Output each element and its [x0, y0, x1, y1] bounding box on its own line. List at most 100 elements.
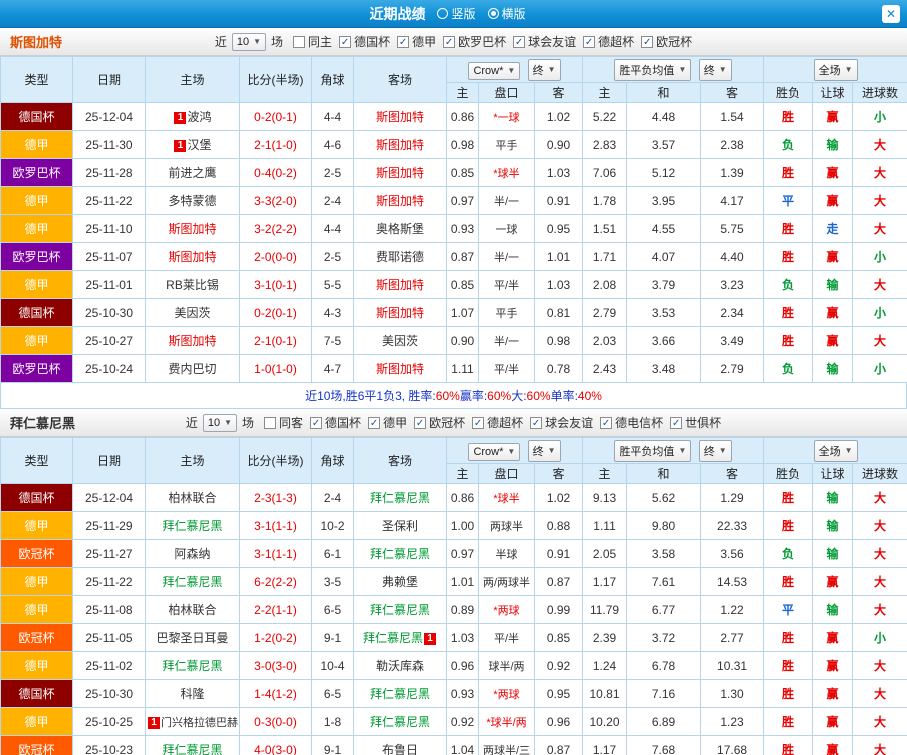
- league-type-cell: 德甲: [1, 512, 73, 540]
- filter-checkbox-德国杯[interactable]: ✓德国杯: [339, 33, 390, 50]
- odds-handicap: 两/两球半: [479, 568, 535, 596]
- chevron-down-icon: ▼: [845, 446, 853, 455]
- odds-away: 0.99: [535, 596, 583, 624]
- filter-checkbox-同主[interactable]: 同主: [293, 33, 332, 50]
- filter-checkbox-德超杯[interactable]: ✓德超杯: [583, 33, 634, 50]
- checkbox-label: 德甲: [383, 414, 407, 431]
- checkbox-label: 德国杯: [325, 414, 361, 431]
- team-cell: 拜仁慕尼黑: [146, 512, 240, 540]
- match-score: 0-4(0-2): [240, 159, 312, 187]
- avg-home: 5.22: [583, 103, 627, 131]
- team-name-label: 斯图加特: [10, 32, 62, 51]
- goals-result-cell: 大: [853, 159, 907, 187]
- league-type-cell: 欧罗巴杯: [1, 355, 73, 383]
- odds-company-select[interactable]: Crow*▼: [468, 62, 520, 80]
- close-button[interactable]: ✕: [882, 5, 900, 23]
- result-cell: 胜: [764, 215, 813, 243]
- team-name: 斯图加特: [376, 194, 424, 208]
- corner-score: 7-5: [312, 327, 354, 355]
- league-type-cell: 德甲: [1, 131, 73, 159]
- avg-draw: 6.89: [627, 708, 701, 736]
- radio-horizontal-layout[interactable]: 横版: [488, 5, 526, 22]
- checkbox-label: 球会友谊: [528, 33, 576, 50]
- subcol-avg-home: 主: [583, 83, 627, 103]
- radio-vertical-layout[interactable]: 竖版: [437, 5, 475, 22]
- odds-company-select[interactable]: Crow*▼: [468, 443, 520, 461]
- corner-score: 4-6: [312, 131, 354, 159]
- league-type-cell: 德甲: [1, 652, 73, 680]
- result-cell: 平: [764, 187, 813, 215]
- team-name: 斯图加特: [376, 306, 424, 320]
- matches-table: 类型 日期 主场 比分(半场) 角球 客场 Crow*▼ 终▼ 胜平负均值▼ 终…: [0, 56, 907, 383]
- scope-header-group: 全场▼: [764, 438, 907, 464]
- match-score: 3-1(1-1): [240, 540, 312, 568]
- match-row: 欧罗巴杯25-11-07斯图加特2-0(0-0)2-5费耶诺德0.87半/一1.…: [1, 243, 907, 271]
- avg-home: 1.11: [583, 512, 627, 540]
- col-score: 比分(半场): [240, 57, 312, 103]
- filter-checkbox-欧罗巴杯[interactable]: ✓欧罗巴杯: [443, 33, 506, 50]
- avg-away: 5.75: [701, 215, 764, 243]
- odds-home: 0.92: [447, 708, 479, 736]
- avg-draw: 3.79: [627, 271, 701, 299]
- team-name: 拜仁慕尼黑: [370, 491, 430, 505]
- match-date: 25-12-04: [73, 484, 146, 512]
- avg-final-select[interactable]: 终▼: [699, 440, 732, 462]
- match-count-select[interactable]: 10 ▼: [203, 414, 237, 432]
- checkbox-checked-icon: ✓: [600, 417, 612, 429]
- avg-draw: 4.55: [627, 215, 701, 243]
- filter-checkbox-欧冠杯[interactable]: ✓欧冠杯: [641, 33, 692, 50]
- subcol-odds-away: 客: [535, 464, 583, 484]
- league-type-cell: 德甲: [1, 568, 73, 596]
- match-score: 2-1(0-1): [240, 327, 312, 355]
- avg-final-select[interactable]: 终▼: [699, 59, 732, 81]
- filter-checkbox-同客[interactable]: 同客: [264, 414, 303, 431]
- team-filter-bar: 斯图加特 近 10 ▼ 场 同主✓德国杯✓德甲✓欧罗巴杯✓球会友谊✓德超杯✓欧冠…: [0, 28, 907, 56]
- filter-checkbox-世俱杯[interactable]: ✓世俱杯: [670, 414, 721, 431]
- scope-select[interactable]: 全场▼: [814, 440, 858, 462]
- odds-final-select[interactable]: 终▼: [528, 59, 561, 81]
- team-cell: 巴黎圣日耳曼: [146, 624, 240, 652]
- avg-draw: 9.80: [627, 512, 701, 540]
- match-date: 25-11-28: [73, 159, 146, 187]
- avg-home: 2.39: [583, 624, 627, 652]
- team-name: 阿森纳: [174, 547, 210, 561]
- filter-checkbox-德甲[interactable]: ✓德甲: [368, 414, 407, 431]
- avg-home: 7.06: [583, 159, 627, 187]
- filter-checkbox-德甲[interactable]: ✓德甲: [397, 33, 436, 50]
- team-filter-bar: 拜仁慕尼黑 近 10 ▼ 场 同客✓德国杯✓德甲✓欧冠杯✓德超杯✓球会友谊✓德电…: [0, 409, 907, 437]
- match-date: 25-10-30: [73, 299, 146, 327]
- match-score: 3-2(2-2): [240, 215, 312, 243]
- league-type-cell: 德甲: [1, 271, 73, 299]
- odds-away: 0.98: [535, 327, 583, 355]
- match-count-select[interactable]: 10 ▼: [232, 33, 266, 51]
- subcol-handicap-result: 让球: [813, 83, 853, 103]
- filter-checkbox-德超杯[interactable]: ✓德超杯: [472, 414, 523, 431]
- match-score: 2-2(1-1): [240, 596, 312, 624]
- odds-home: 1.00: [447, 512, 479, 540]
- games-label: 场: [242, 414, 254, 431]
- match-date: 25-11-05: [73, 624, 146, 652]
- subcol-avg-away: 客: [701, 83, 764, 103]
- avg-type-select[interactable]: 胜平负均值▼: [614, 59, 691, 81]
- avg-type-select[interactable]: 胜平负均值▼: [614, 440, 691, 462]
- filter-checkbox-德电信杯[interactable]: ✓德电信杯: [600, 414, 663, 431]
- goals-result-cell: 大: [853, 596, 907, 624]
- filter-checkbox-欧冠杯[interactable]: ✓欧冠杯: [414, 414, 465, 431]
- filter-checkbox-球会友谊[interactable]: ✓球会友谊: [513, 33, 576, 50]
- odds-final-select[interactable]: 终▼: [528, 440, 561, 462]
- avg-away: 2.38: [701, 131, 764, 159]
- odds-away: 0.87: [535, 736, 583, 755]
- filter-checkbox-德国杯[interactable]: ✓德国杯: [310, 414, 361, 431]
- match-row: 欧冠杯25-11-05巴黎圣日耳曼1-2(0-2)9-1拜仁慕尼黑11.03平/…: [1, 624, 907, 652]
- handicap-result-cell: 赢: [813, 103, 853, 131]
- match-score: 3-3(2-0): [240, 187, 312, 215]
- odds-home: 1.11: [447, 355, 479, 383]
- filter-checkbox-球会友谊[interactable]: ✓球会友谊: [530, 414, 593, 431]
- match-row: 德甲25-11-02拜仁慕尼黑3-0(3-0)10-4勒沃库森0.96球半/两0…: [1, 652, 907, 680]
- subcol-handicap-result: 让球: [813, 464, 853, 484]
- odds-away: 0.78: [535, 355, 583, 383]
- scope-select[interactable]: 全场▼: [814, 59, 858, 81]
- handicap-result-cell: 赢: [813, 708, 853, 736]
- handicap-result-cell: 赢: [813, 299, 853, 327]
- checkbox-label: 德国杯: [354, 33, 390, 50]
